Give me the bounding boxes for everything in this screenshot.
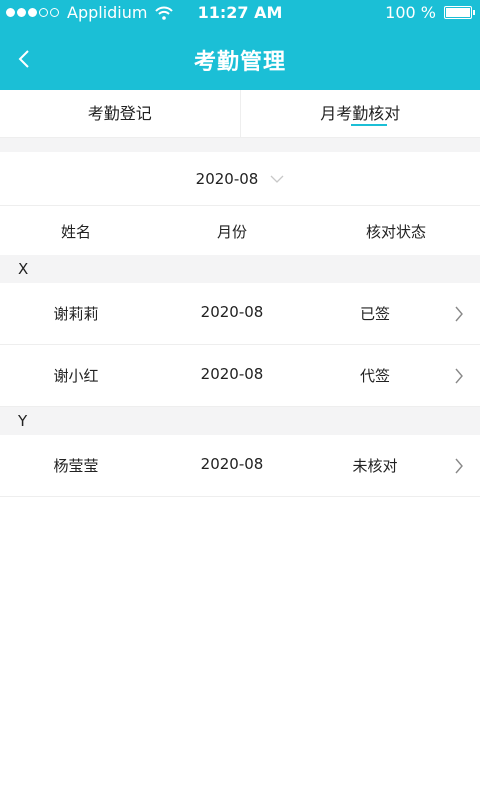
column-header: 姓名 月份 核对状态 xyxy=(0,207,480,255)
page-title: 考勤管理 xyxy=(193,50,286,75)
row-month: 2020-08 xyxy=(200,365,264,383)
chevron-right-icon xyxy=(455,306,463,322)
chevron-down-icon xyxy=(270,175,284,183)
month-value: 2020-08 xyxy=(195,169,259,188)
row-name: 杨莹莹 xyxy=(53,457,99,475)
section-header-x: X xyxy=(0,255,480,283)
row-status: 未核对 xyxy=(352,457,398,475)
section-divider xyxy=(0,138,480,152)
month-selector[interactable]: 2020-08 xyxy=(0,152,480,206)
column-month: 月份 xyxy=(216,222,247,241)
table-row[interactable]: 谢莉莉 2020-08 已签 xyxy=(0,283,480,345)
chevron-right-icon xyxy=(455,368,463,384)
row-name: 谢莉莉 xyxy=(53,305,99,323)
table-row[interactable]: 谢小红 2020-08 代签 xyxy=(0,345,480,407)
battery-percent: 100 % xyxy=(385,3,436,22)
section-header-y: Y xyxy=(0,407,480,435)
status-bar-right: 100 % xyxy=(385,3,475,22)
row-status: 代签 xyxy=(359,367,390,385)
chevron-right-icon xyxy=(455,458,463,474)
nav-bar: 考勤管理 xyxy=(0,30,480,88)
row-status: 已签 xyxy=(359,305,390,323)
column-name: 姓名 xyxy=(60,222,91,241)
column-status: 核对状态 xyxy=(365,222,426,241)
tab-monthly-check[interactable]: 月考勤核对 xyxy=(241,90,480,137)
row-month: 2020-08 xyxy=(200,455,264,473)
tab-label: 月考勤核对 xyxy=(320,104,401,123)
tab-bar: 考勤登记 月考勤核对 xyxy=(0,90,480,138)
tab-attendance-register[interactable]: 考勤登记 xyxy=(0,90,241,137)
table-row[interactable]: 杨莹莹 2020-08 未核对 xyxy=(0,435,480,497)
active-tab-indicator xyxy=(350,124,387,126)
row-month: 2020-08 xyxy=(200,303,264,321)
battery-icon xyxy=(444,6,475,19)
app-header: Applidium 11:27 AM 100 % 考勤管理 xyxy=(0,0,480,90)
tab-label: 考勤登记 xyxy=(87,104,152,123)
status-bar: Applidium 11:27 AM 100 % xyxy=(0,0,480,26)
row-name: 谢小红 xyxy=(53,367,99,385)
